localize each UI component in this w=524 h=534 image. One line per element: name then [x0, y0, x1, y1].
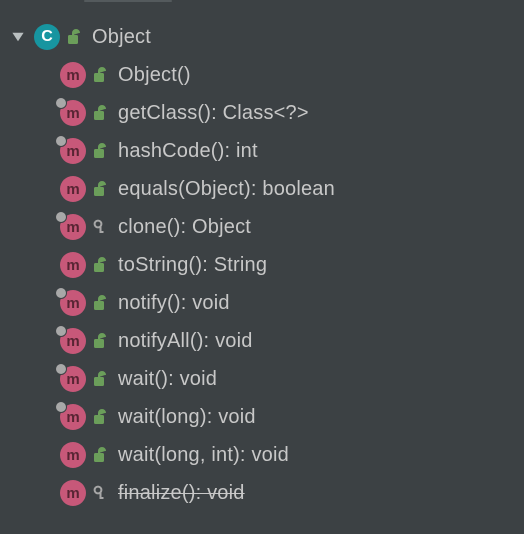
- tree-node-method[interactable]: m getClass(): Class<?>: [0, 94, 524, 132]
- method-icon-letter: m: [66, 485, 79, 502]
- class-icon: C: [34, 24, 60, 50]
- public-lock-icon: [92, 331, 108, 351]
- method-icon-letter: m: [66, 143, 79, 160]
- native-marker-icon: [55, 97, 67, 109]
- method-icon: m: [60, 176, 86, 202]
- method-icon-letter: m: [66, 333, 79, 350]
- public-lock-icon: [92, 103, 108, 123]
- public-lock-icon: [92, 141, 108, 161]
- method-label: toString(): String: [118, 254, 267, 277]
- method-label: finalize(): void: [118, 482, 245, 505]
- method-icon: m: [60, 442, 86, 468]
- method-icon: m: [60, 100, 86, 126]
- method-icon: m: [60, 328, 86, 354]
- native-marker-icon: [55, 135, 67, 147]
- native-marker-icon: [55, 325, 67, 337]
- tree-node-class[interactable]: C Object: [0, 18, 524, 56]
- public-lock-icon: [92, 179, 108, 199]
- method-icon: m: [60, 214, 86, 240]
- protected-key-icon: [92, 483, 108, 503]
- tree-node-method[interactable]: m wait(): void: [0, 360, 524, 398]
- method-label: wait(long): void: [118, 406, 256, 429]
- tree-node-method[interactable]: m Object(): [0, 56, 524, 94]
- method-icon-letter: m: [66, 219, 79, 236]
- method-label: equals(Object): boolean: [118, 178, 335, 201]
- tree-node-method[interactable]: m notifyAll(): void: [0, 322, 524, 360]
- tree-node-method[interactable]: m hashCode(): int: [0, 132, 524, 170]
- method-label: wait(long, int): void: [118, 444, 289, 467]
- public-lock-icon: [92, 445, 108, 465]
- method-label: notifyAll(): void: [118, 330, 253, 353]
- class-icon-letter: C: [41, 28, 53, 46]
- method-icon-letter: m: [66, 447, 79, 464]
- method-icon-letter: m: [66, 371, 79, 388]
- public-lock-icon: [92, 255, 108, 275]
- method-icon: m: [60, 480, 86, 506]
- tree-node-method[interactable]: m equals(Object): boolean: [0, 170, 524, 208]
- visibility-icon: [66, 27, 82, 47]
- tree-node-method[interactable]: m finalize(): void: [0, 474, 524, 512]
- structure-tree: C Object mObject()mgetClass(): Class<?>m…: [0, 8, 524, 512]
- method-label: wait(): void: [118, 368, 217, 391]
- method-label: clone(): Object: [118, 216, 251, 239]
- class-label: Object: [92, 26, 151, 49]
- method-icon: m: [60, 138, 86, 164]
- tree-node-method[interactable]: m clone(): Object: [0, 208, 524, 246]
- method-icon: m: [60, 404, 86, 430]
- tree-node-method[interactable]: m wait(long, int): void: [0, 436, 524, 474]
- method-icon: m: [60, 252, 86, 278]
- native-marker-icon: [55, 401, 67, 413]
- native-marker-icon: [55, 363, 67, 375]
- public-lock-icon: [92, 293, 108, 313]
- method-icon: m: [60, 62, 86, 88]
- method-icon-letter: m: [66, 67, 79, 84]
- public-lock-icon: [92, 369, 108, 389]
- method-icon: m: [60, 366, 86, 392]
- public-lock-icon: [92, 407, 108, 427]
- expand-arrow-icon[interactable]: [8, 27, 28, 47]
- public-lock-icon: [92, 65, 108, 85]
- protected-key-icon: [92, 217, 108, 237]
- tree-node-method[interactable]: m notify(): void: [0, 284, 524, 322]
- method-icon-letter: m: [66, 181, 79, 198]
- method-icon: m: [60, 290, 86, 316]
- method-label: notify(): void: [118, 292, 230, 315]
- native-marker-icon: [55, 287, 67, 299]
- method-icon-letter: m: [66, 409, 79, 426]
- method-label: hashCode(): int: [118, 140, 258, 163]
- method-icon-letter: m: [66, 295, 79, 312]
- panel-top-divider: [84, 0, 172, 2]
- tree-node-method[interactable]: m toString(): String: [0, 246, 524, 284]
- method-label: Object(): [118, 64, 191, 87]
- method-icon-letter: m: [66, 105, 79, 122]
- method-icon-letter: m: [66, 257, 79, 274]
- native-marker-icon: [55, 211, 67, 223]
- method-label: getClass(): Class<?>: [118, 102, 309, 125]
- tree-node-method[interactable]: m wait(long): void: [0, 398, 524, 436]
